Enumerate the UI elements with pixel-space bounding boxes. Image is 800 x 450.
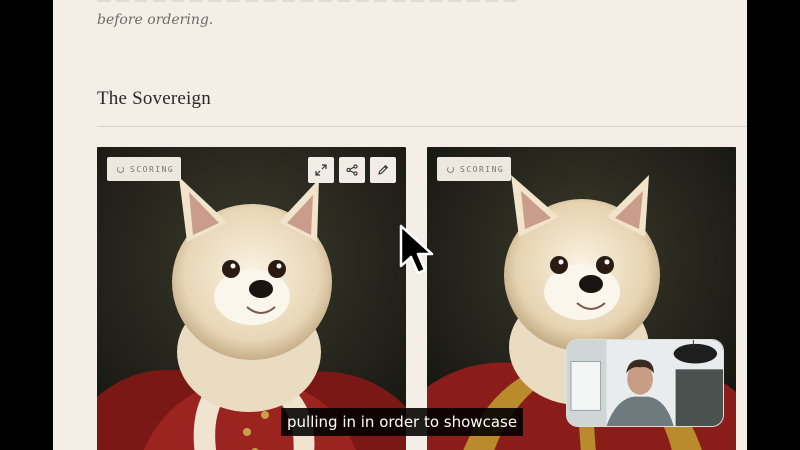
loading-spinner-icon xyxy=(447,165,454,173)
portrait-card-1[interactable]: SCORING xyxy=(97,147,406,450)
mouse-cursor-icon xyxy=(399,224,434,275)
expand-button[interactable] xyxy=(308,157,334,183)
webcam-overlay xyxy=(566,339,724,427)
scoring-badge-label: SCORING xyxy=(130,164,175,174)
webcam-video-feed xyxy=(567,340,723,426)
edit-button[interactable] xyxy=(370,157,396,183)
loading-spinner-icon xyxy=(117,165,124,173)
section-divider xyxy=(97,126,747,127)
scoring-badge: SCORING xyxy=(107,157,181,181)
dog-portrait-image xyxy=(97,147,406,450)
share-icon xyxy=(346,164,358,176)
section-title: The Sovereign xyxy=(97,88,211,109)
share-button[interactable] xyxy=(339,157,365,183)
intro-text-line: before ordering. xyxy=(97,12,214,28)
intro-text-faded-line: — — — — — — — — — — — — — — — — — — — — … xyxy=(97,0,517,9)
intro-text: — — — — — — — — — — — — — — — — — — — — … xyxy=(97,0,537,30)
pencil-icon xyxy=(378,164,389,175)
expand-icon xyxy=(315,164,327,176)
scoring-badge: SCORING xyxy=(437,157,511,181)
subtitle-caption: pulling in in order to showcase xyxy=(281,408,524,436)
scoring-badge-label: SCORING xyxy=(460,164,505,174)
